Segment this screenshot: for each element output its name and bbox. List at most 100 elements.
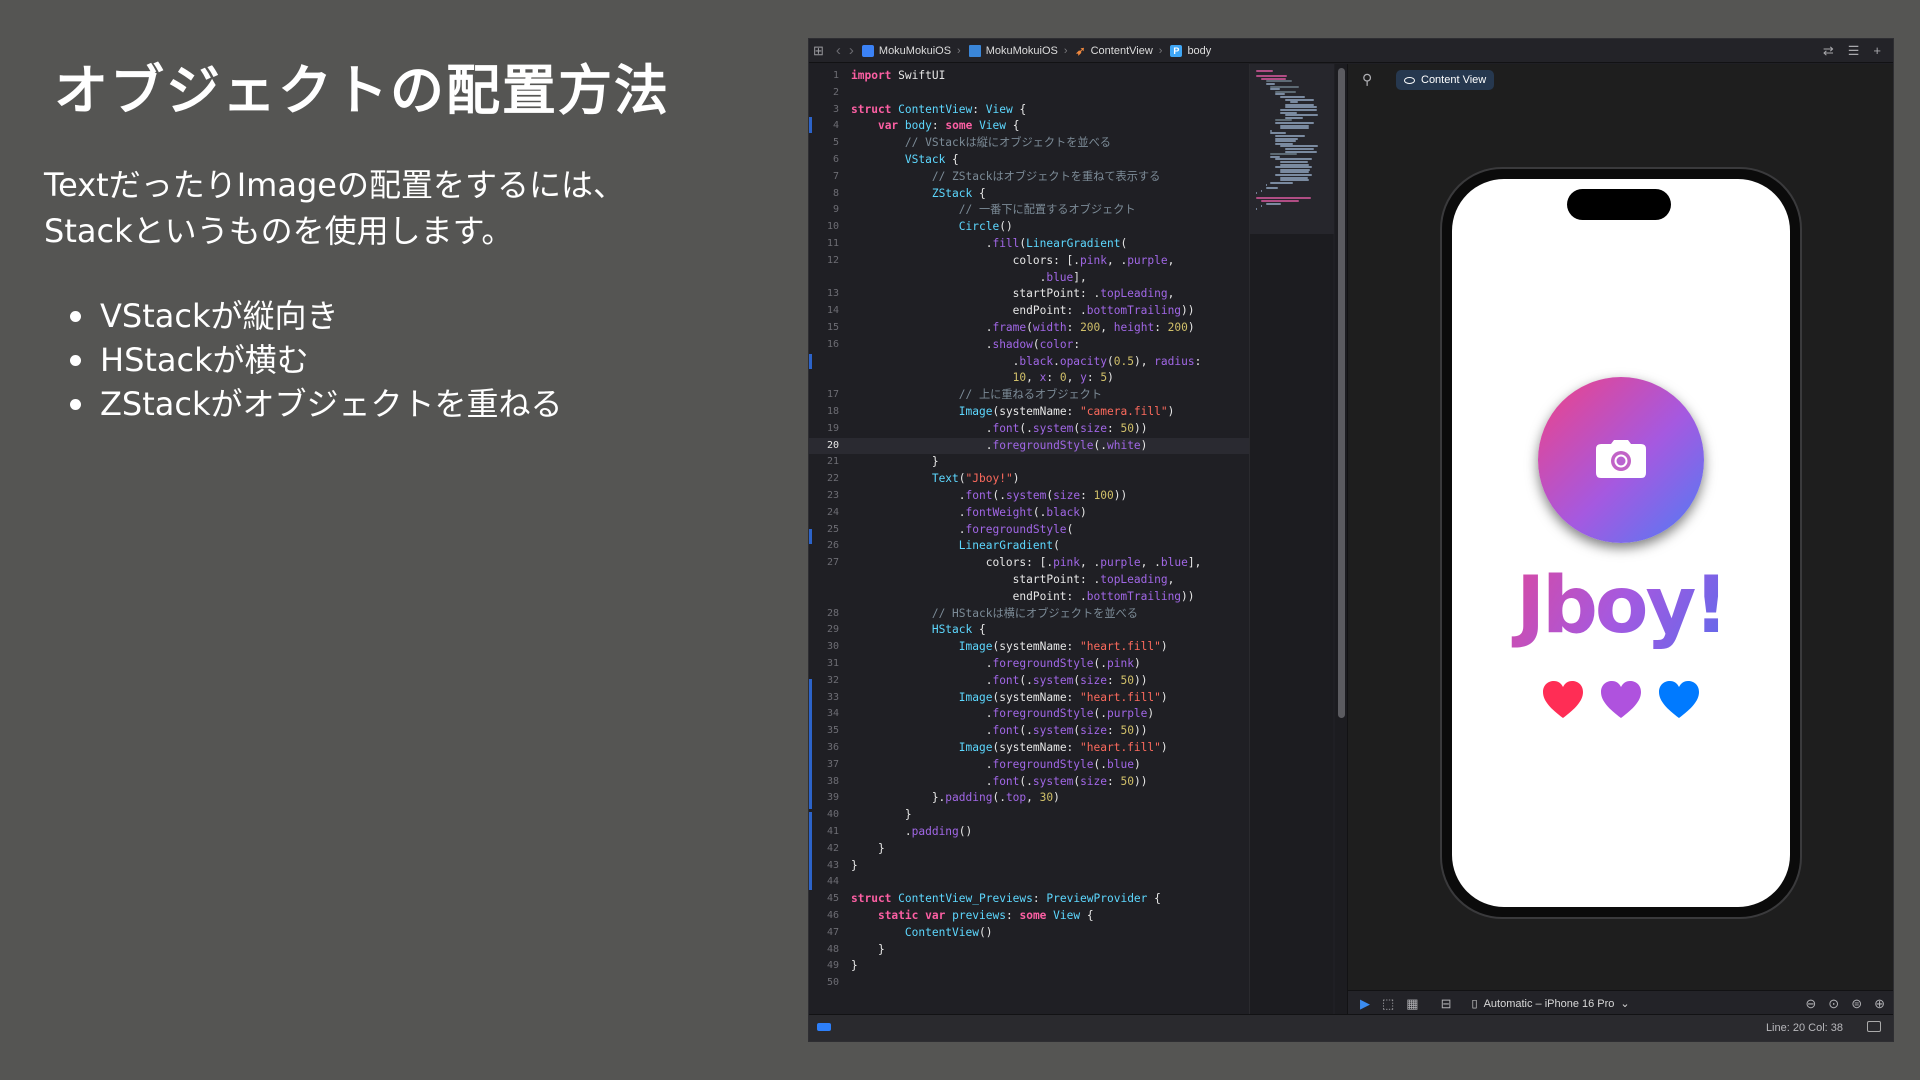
zoom-actual-icon[interactable]: ⊙ — [1828, 996, 1839, 1012]
live-preview-icon[interactable]: ▶ — [1360, 996, 1370, 1012]
line-number: 22 — [826, 473, 839, 485]
code-line[interactable]: 37 .foregroundStyle(.blue) — [809, 757, 1249, 773]
code-line[interactable]: 12 colors: [.pink, .purple, — [809, 253, 1249, 269]
code-line[interactable]: 30 Image(systemName: "heart.fill") — [809, 639, 1249, 655]
minimap-line — [1265, 187, 1278, 189]
code-line[interactable]: 35 .font(.system(size: 50)) — [809, 723, 1249, 739]
selectable-icon[interactable]: ⬚ — [1382, 996, 1394, 1012]
code-line[interactable]: 43} — [809, 858, 1249, 874]
code-line[interactable]: 50 — [809, 975, 1249, 991]
code-line[interactable]: endPoint: .bottomTrailing)) — [809, 589, 1249, 605]
grid-icon[interactable]: ⊞ — [813, 43, 824, 59]
device-settings-icon[interactable]: ⊟ — [1441, 996, 1452, 1012]
code-line[interactable]: 28 // HStackは横にオブジェクトを並べる — [809, 606, 1249, 622]
chevron-right-icon: › — [957, 44, 961, 57]
minimap-line — [1289, 101, 1298, 104]
swap-icon[interactable]: ⇄ — [1823, 43, 1834, 59]
iphone-screen[interactable]: Jboy! — [1452, 179, 1790, 907]
preview-tab[interactable]: Content View — [1396, 70, 1495, 90]
back-arrow-icon[interactable]: ‹ — [836, 42, 841, 59]
zoom-out-icon[interactable]: ⊖ — [1805, 996, 1816, 1012]
minimap-line — [1256, 207, 1258, 210]
line-number: 17 — [826, 389, 839, 401]
code-line[interactable]: 1 import SwiftUI — [809, 68, 1249, 84]
code-line[interactable]: 8 ZStack { — [809, 186, 1249, 202]
code-line[interactable]: 27 colors: [.pink, .purple, .blue], — [809, 555, 1249, 571]
code-line[interactable]: 34 .foregroundStyle(.purple) — [809, 706, 1249, 722]
code-line[interactable]: 3 struct ContentView: View { — [809, 102, 1249, 118]
code-line[interactable]: 14 endPoint: .bottomTrailing)) — [809, 303, 1249, 319]
code-line[interactable]: 4 var body: some View { — [809, 118, 1249, 134]
hearts-row — [1452, 681, 1790, 719]
code-line[interactable]: 45 struct ContentView_Previews: PreviewPr… — [809, 891, 1249, 907]
zoom-fit-icon[interactable]: ⊜ — [1851, 996, 1862, 1012]
code-editor[interactable]: 1 import SwiftUI 2 3 struct ContentView: Vie… — [809, 64, 1249, 1016]
code-line[interactable]: 9 // 一番下に配置するオブジェクト — [809, 202, 1249, 218]
code-line[interactable]: 32 .font(.system(size: 50)) — [809, 673, 1249, 689]
crumb-folder[interactable]: MokuMokuiOS › — [968, 44, 1068, 57]
scroll-thumb[interactable] — [1338, 68, 1345, 718]
line-code: .fill(LinearGradient( — [851, 237, 1128, 250]
crumb-project-label: MokuMokuiOS — [878, 44, 952, 57]
code-line[interactable]: 10 Circle() — [809, 219, 1249, 235]
code-line[interactable]: 46 static var previews: some View { — [809, 908, 1249, 924]
code-line[interactable]: 26 LinearGradient( — [809, 538, 1249, 554]
code-line[interactable]: 31 .foregroundStyle(.pink) — [809, 656, 1249, 672]
line-code: startPoint: .topLeading, — [851, 573, 1175, 586]
code-line[interactable]: 16 .shadow(color: — [809, 337, 1249, 353]
code-line[interactable]: 20 .foregroundStyle(.white) — [809, 437, 1249, 454]
code-line[interactable]: 5 // VStackは縦にオブジェクトを並べる — [809, 135, 1249, 151]
zoom-in-icon[interactable]: ⊕ — [1874, 996, 1885, 1012]
code-line[interactable]: 10, x: 0, y: 5) — [809, 370, 1249, 386]
code-line[interactable]: 42 } — [809, 841, 1249, 857]
code-line[interactable]: .blue], — [809, 270, 1249, 286]
code-line[interactable]: 23 .font(.system(size: 100)) — [809, 488, 1249, 504]
code-line[interactable]: 15 .frame(width: 200, height: 200) — [809, 320, 1249, 336]
forward-arrow-icon[interactable]: › — [849, 42, 854, 59]
toggle-panel-icon[interactable] — [1867, 1021, 1881, 1032]
code-line[interactable]: 2 — [809, 85, 1249, 101]
code-line[interactable]: 44 — [809, 874, 1249, 890]
code-line[interactable]: 41 .padding() — [809, 824, 1249, 840]
code-line[interactable]: 25 .foregroundStyle( — [809, 522, 1249, 538]
line-number: 12 — [826, 254, 839, 266]
debug-area-icon[interactable] — [817, 1023, 831, 1031]
code-line[interactable]: 48 } — [809, 942, 1249, 958]
line-code: .blue], — [851, 270, 1087, 284]
code-line[interactable]: 19 .font(.system(size: 50)) — [809, 421, 1249, 437]
code-line[interactable]: 21 } — [809, 454, 1249, 470]
crumb-file[interactable]: ➶ ContentView › — [1076, 44, 1163, 58]
add-editor-icon[interactable]: + — [1873, 43, 1881, 59]
variants-icon[interactable]: ▦ — [1406, 996, 1418, 1012]
heart-icon-pink — [1543, 681, 1583, 718]
crumb-symbol[interactable]: P body — [1170, 44, 1211, 57]
line-code: .foregroundStyle(.pink) — [851, 657, 1141, 670]
editor-scrollbar[interactable] — [1335, 64, 1347, 1016]
code-line[interactable]: 6 VStack { — [809, 152, 1249, 168]
device-picker[interactable]: ▯ Automatic – iPhone 16 Pro ⌄ — [1472, 997, 1630, 1011]
chevron-down-icon: ⌄ — [1620, 998, 1630, 1010]
code-line[interactable]: 29 HStack { — [809, 622, 1249, 638]
code-line[interactable]: startPoint: .topLeading, — [809, 572, 1249, 588]
code-line[interactable]: 36 Image(systemName: "heart.fill") — [809, 740, 1249, 756]
code-line[interactable]: 40 } — [809, 807, 1249, 823]
code-line[interactable]: 38 .font(.system(size: 50)) — [809, 774, 1249, 790]
code-line[interactable]: 18 Image(systemName: "camera.fill") — [809, 404, 1249, 420]
code-line[interactable]: .black.opacity(0.5), radius: — [809, 354, 1249, 370]
code-line[interactable]: 33 Image(systemName: "heart.fill") — [809, 690, 1249, 706]
code-line[interactable]: 13 startPoint: .topLeading, — [809, 286, 1249, 302]
adjust-editor-icon[interactable]: ☰ — [1848, 43, 1860, 59]
code-line[interactable]: 22 Text("Jboy!") — [809, 471, 1249, 487]
line-code: HStack { — [931, 623, 986, 637]
code-line[interactable]: 24 .fontWeight(.black) — [809, 505, 1249, 521]
pin-icon[interactable]: ⚲ — [1362, 72, 1372, 88]
code-line[interactable]: 11 .fill(LinearGradient( — [809, 236, 1249, 252]
line-number: 1 — [832, 70, 839, 81]
code-line[interactable]: 49} — [809, 958, 1249, 974]
code-line[interactable]: 39 }.padding(.top, 30) — [809, 790, 1249, 806]
code-line[interactable]: 7 // ZStackはオブジェクトを重ねて表示する — [809, 169, 1249, 185]
code-line[interactable]: 47 ContentView() — [809, 925, 1249, 941]
minimap[interactable] — [1249, 64, 1334, 1016]
code-line[interactable]: 17 // 上に重ねるオブジェクト — [809, 387, 1249, 403]
crumb-project[interactable]: MokuMokuiOS › — [861, 44, 961, 57]
